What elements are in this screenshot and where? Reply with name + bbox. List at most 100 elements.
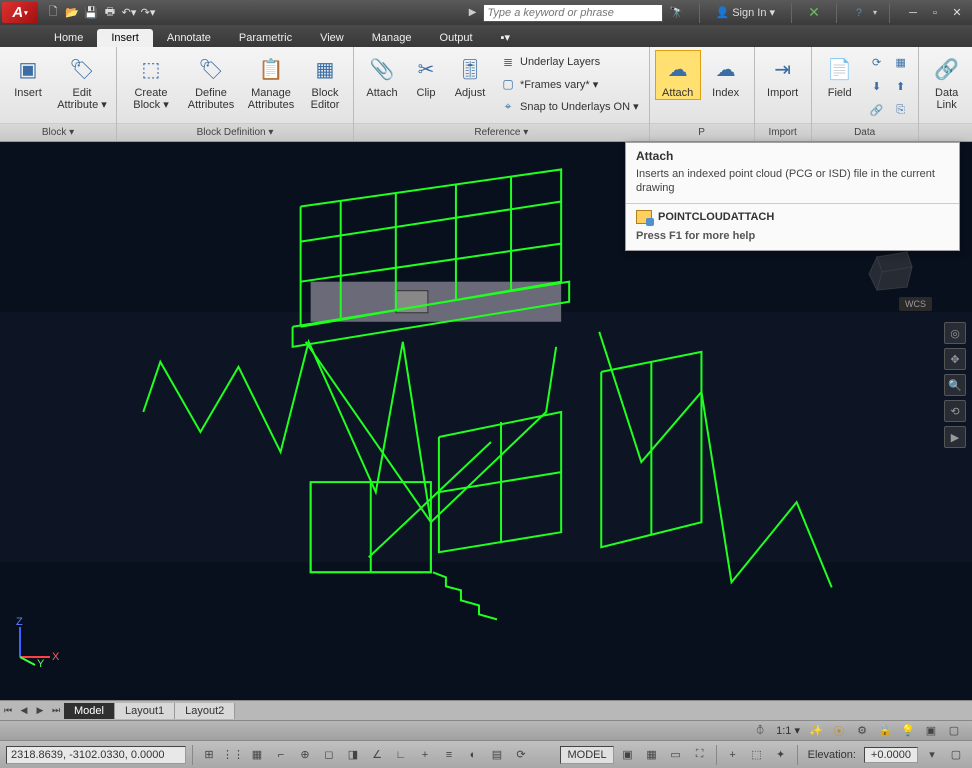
object-track-icon[interactable]: ∠ bbox=[367, 745, 387, 765]
tab-model[interactable]: Model bbox=[64, 703, 115, 719]
workspace-icon[interactable]: ⚙ bbox=[852, 722, 872, 740]
close-button[interactable]: ✕ bbox=[946, 4, 968, 22]
anno-visibility-icon[interactable]: ✨ bbox=[806, 722, 826, 740]
tab-prev-icon[interactable]: ◀ bbox=[16, 705, 32, 716]
tab-layout1[interactable]: Layout1 bbox=[115, 703, 175, 719]
3d-osnap-icon[interactable]: ◨ bbox=[343, 745, 363, 765]
anno-scale-text[interactable]: 1:1 ▾ bbox=[773, 724, 803, 737]
toolbar-lock-icon[interactable]: 🔒 bbox=[875, 722, 895, 740]
panel-pc-title[interactable]: P bbox=[650, 123, 754, 141]
customization-icon[interactable]: ▢ bbox=[946, 745, 966, 765]
tab-parametric[interactable]: Parametric bbox=[225, 29, 306, 47]
minimize-button[interactable]: ─ bbox=[902, 4, 924, 22]
anno-auto-icon[interactable]: ⦿ bbox=[829, 722, 849, 740]
tab-addons[interactable]: ▪▾ bbox=[487, 28, 524, 47]
tab-output[interactable]: Output bbox=[426, 29, 487, 47]
isolate-icon[interactable]: ▣ bbox=[921, 722, 941, 740]
adjust-button[interactable]: 🎚 Adjust bbox=[448, 51, 492, 99]
tab-layout2[interactable]: Layout2 bbox=[175, 703, 235, 719]
filter-icon[interactable]: ▾ bbox=[922, 745, 942, 765]
new-icon[interactable]: 🗋 bbox=[44, 4, 62, 22]
quick-view-drawings-icon[interactable]: ▦ bbox=[642, 745, 662, 765]
tab-next-icon[interactable]: ▶ bbox=[32, 705, 48, 716]
app-logo[interactable]: A bbox=[2, 2, 38, 23]
frames-button[interactable]: ▢ *Frames vary* ▾ bbox=[496, 73, 643, 95]
anno-scale-icon[interactable]: ⦽ bbox=[750, 722, 770, 740]
import-button[interactable]: ⇥ Import bbox=[761, 51, 805, 99]
field-button[interactable]: 📄 Field bbox=[818, 51, 862, 99]
panel-block-title[interactable]: Block ▾ bbox=[0, 123, 116, 141]
panel-blockdef-title[interactable]: Block Definition ▾ bbox=[117, 123, 353, 141]
data-link-button[interactable]: 🔗 Data Link bbox=[925, 51, 969, 111]
object-snap-icon[interactable]: ◻ bbox=[319, 745, 339, 765]
upload-icon[interactable]: ⬆ bbox=[890, 75, 912, 97]
help-icon[interactable]: ? bbox=[849, 4, 869, 22]
elevation-value[interactable]: +0.0000 bbox=[864, 747, 918, 763]
grid-display-icon[interactable]: ▦ bbox=[247, 745, 267, 765]
transparency-icon[interactable]: ◐ bbox=[463, 745, 483, 765]
ducs-icon[interactable]: ∟ bbox=[391, 745, 411, 765]
layout-icon[interactable]: ▭ bbox=[666, 745, 686, 765]
download-icon[interactable]: ⬇ bbox=[866, 75, 888, 97]
snap-underlays-button[interactable]: ⌖ Snap to Underlays ON ▾ bbox=[496, 95, 643, 117]
tab-view[interactable]: View bbox=[306, 29, 358, 47]
panel-link-title[interactable] bbox=[919, 123, 972, 141]
search-input[interactable] bbox=[483, 4, 663, 22]
orbit-icon[interactable]: ⟲ bbox=[944, 400, 966, 422]
block-editor-button[interactable]: ▦ Block Editor bbox=[303, 51, 347, 111]
maximize-button[interactable]: ▫ bbox=[924, 4, 946, 22]
save-icon[interactable]: 💾 bbox=[82, 4, 100, 22]
clean-screen-icon[interactable]: ▢ bbox=[944, 722, 964, 740]
selection-cycling-icon[interactable]: ⟳ bbox=[511, 745, 531, 765]
units-icon[interactable]: ⬚ bbox=[747, 745, 767, 765]
ucs-gizmo[interactable]: X Z Y bbox=[10, 617, 60, 670]
pointcloud-index-button[interactable]: ☁ Index bbox=[704, 51, 748, 99]
manage-attributes-button[interactable]: 📋 Manage Attributes bbox=[243, 51, 299, 111]
pointcloud-attach-button[interactable]: ☁ Attach bbox=[656, 51, 700, 99]
tab-annotate[interactable]: Annotate bbox=[153, 29, 225, 47]
extract-icon[interactable]: ⎘ bbox=[890, 99, 912, 121]
binoculars-icon[interactable]: 🔭 bbox=[667, 4, 687, 22]
help-chevron-icon[interactable]: ▾ bbox=[873, 8, 877, 17]
print-icon[interactable]: 🖶 bbox=[101, 4, 119, 22]
search-play-icon[interactable]: ▶ bbox=[469, 7, 477, 18]
update-fields-icon[interactable]: ⟳ bbox=[866, 51, 888, 73]
panel-data-title[interactable]: Data bbox=[812, 123, 918, 141]
underlay-layers-button[interactable]: ≣ Underlay Layers bbox=[496, 51, 643, 73]
panel-import-title[interactable]: Import bbox=[755, 123, 811, 141]
zoom-icon[interactable]: 🔍 bbox=[944, 374, 966, 396]
annotation-monitor-icon[interactable]: + bbox=[723, 745, 743, 765]
coordinates-readout[interactable]: 2318.8639, -3102.0330, 0.0000 bbox=[6, 746, 186, 764]
redo-icon[interactable]: ↷▾ bbox=[139, 4, 157, 22]
undo-icon[interactable]: ↶▾ bbox=[120, 4, 138, 22]
tab-manage[interactable]: Manage bbox=[358, 29, 426, 47]
polar-tracking-icon[interactable]: ⊕ bbox=[295, 745, 315, 765]
tab-insert[interactable]: Insert bbox=[97, 29, 153, 47]
dynamic-input-icon[interactable]: + bbox=[415, 745, 435, 765]
panel-reference-title[interactable]: Reference ▾ bbox=[354, 123, 649, 141]
ole-icon[interactable]: ▦ bbox=[890, 51, 912, 73]
model-space-button[interactable]: MODEL bbox=[560, 746, 613, 764]
open-icon[interactable]: 📂 bbox=[63, 4, 81, 22]
pan-icon[interactable]: ✥ bbox=[944, 348, 966, 370]
steering-wheel-icon[interactable]: ◎ bbox=[944, 322, 966, 344]
signin-button[interactable]: 👤 Sign In ▾ bbox=[712, 6, 779, 19]
showmotion-icon[interactable]: ▶ bbox=[944, 426, 966, 448]
tab-first-icon[interactable]: ⏮ bbox=[0, 705, 16, 716]
create-block-button[interactable]: ⬚ Create Block ▾ bbox=[123, 51, 179, 111]
exchange-icon[interactable]: ✕ bbox=[804, 4, 824, 22]
clip-button[interactable]: ✂ Clip bbox=[408, 51, 444, 99]
hardware-accel-icon[interactable]: 💡 bbox=[898, 722, 918, 740]
hyperlink-icon[interactable]: 🔗 bbox=[866, 99, 888, 121]
tab-home[interactable]: Home bbox=[40, 29, 97, 47]
attach-ref-button[interactable]: 📎 Attach bbox=[360, 51, 404, 99]
edit-attribute-button[interactable]: 🏷 Edit Attribute ▾ bbox=[54, 51, 110, 111]
define-attributes-button[interactable]: 🏷 Define Attributes bbox=[183, 51, 239, 111]
ortho-mode-icon[interactable]: ⌐ bbox=[271, 745, 291, 765]
maximize-viewport-icon[interactable]: ⛶ bbox=[690, 745, 710, 765]
snap-mode-icon[interactable]: ⋮⋮ bbox=[223, 745, 243, 765]
tab-last-icon[interactable]: ⏭ bbox=[48, 705, 64, 716]
quick-view-layouts-icon[interactable]: ▣ bbox=[618, 745, 638, 765]
lineweight-icon[interactable]: ≡ bbox=[439, 745, 459, 765]
quick-props-icon[interactable]: ▤ bbox=[487, 745, 507, 765]
